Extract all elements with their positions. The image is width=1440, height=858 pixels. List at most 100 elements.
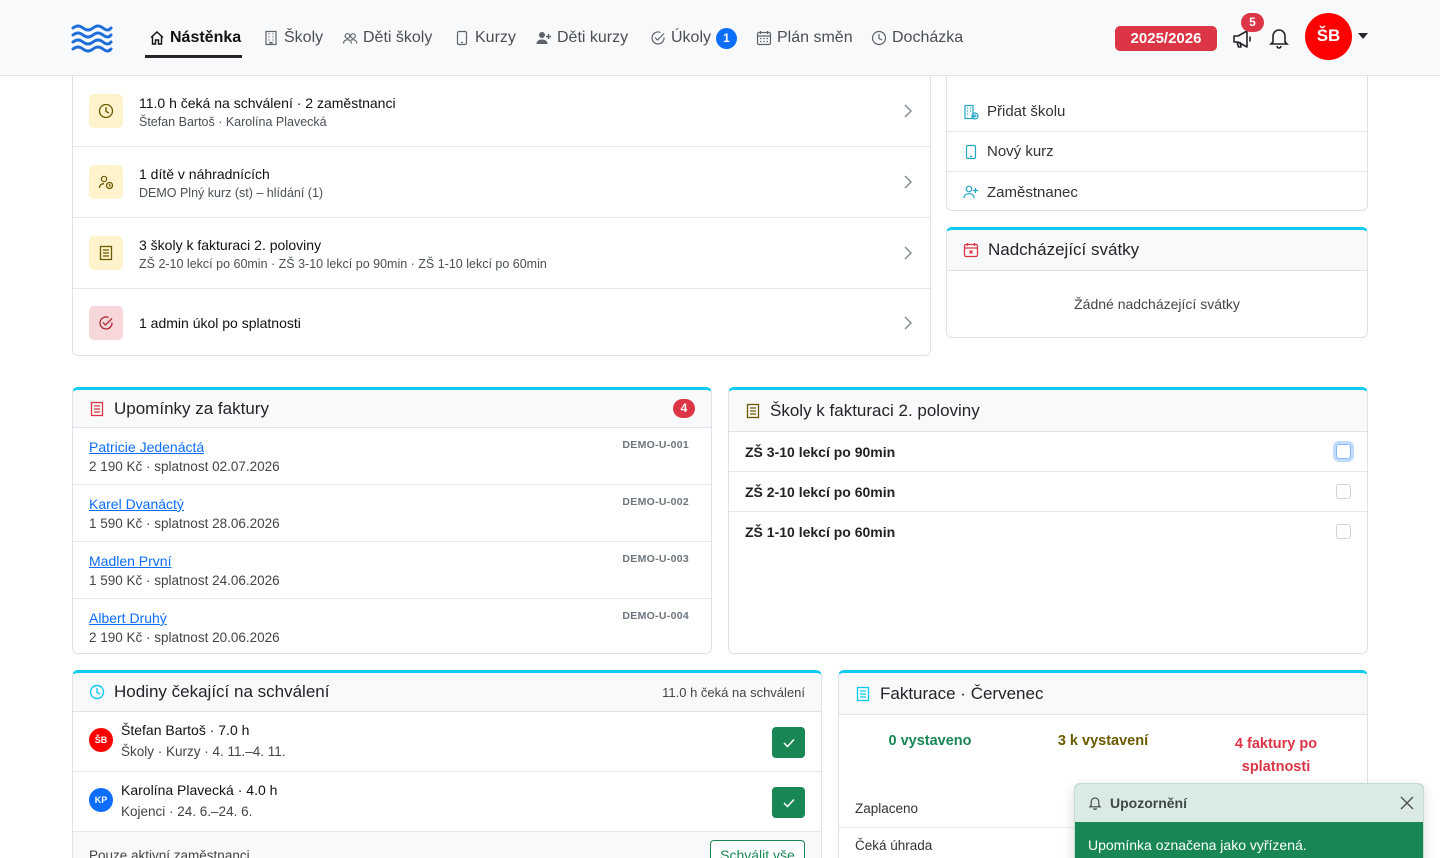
task-row[interactable]: 3 školy k fakturaci 2. poloviny ZŠ 2-10 … <box>73 218 930 289</box>
calendar-x-icon <box>963 242 979 258</box>
list-item: Patricie Jedenáctá 2 190 Kč · splatnost … <box>73 428 711 485</box>
reminder-detail: 2 190 Kč · splatnost 20.06.2026 <box>89 630 280 645</box>
school-invoiced-checkbox[interactable] <box>1336 524 1351 539</box>
list-item: ZŠ 2-10 lekcí po 60min <box>729 472 1367 512</box>
active-nav-indicator <box>145 55 242 58</box>
close-icon[interactable] <box>1400 796 1414 810</box>
task-subtitle: ZŠ 2-10 lekcí po 60min · ZŠ 3-10 lekcí p… <box>139 257 547 271</box>
reminder-name-link[interactable]: Karel Dvanáctý <box>89 496 184 512</box>
pending-label: Čeká úhrada <box>855 838 933 853</box>
school-invoiced-checkbox[interactable] <box>1336 444 1351 459</box>
top-navbar: Nástěnka Školy Děti školy Kurzy Děti kur… <box>0 0 1440 76</box>
billing-header: Fakturace · Červenec <box>839 673 1367 715</box>
task-title: 1 dítě v náhradnících <box>139 166 270 182</box>
check-icon <box>782 798 795 808</box>
approve-all-button[interactable]: Schválit vše <box>710 840 805 858</box>
footer-note: Pouze aktivní zaměstnanci <box>89 848 250 858</box>
megaphone-icon[interactable] <box>1232 29 1254 49</box>
employee-hours-detail: Školy · Kurzy · 4. 11.–4. 11. <box>121 744 286 759</box>
invoice-reminders-card: Upomínky za faktury 4 Patricie Jedenáctá… <box>72 387 712 654</box>
list-item: ZŠ 1-10 lekcí po 60min <box>729 512 1367 552</box>
chevron-right-icon <box>903 175 913 189</box>
nav-item-attendance[interactable]: Docházka <box>871 0 963 76</box>
reminder-name-link[interactable]: Patricie Jedenáctá <box>89 439 204 455</box>
approve-button[interactable] <box>772 787 805 818</box>
home-icon <box>149 30 165 46</box>
nav-item-courses[interactable]: Kurzy <box>454 0 516 76</box>
school-year-badge[interactable]: 2025/2026 <box>1115 26 1217 51</box>
reminder-name-link[interactable]: Albert Druhý <box>89 610 167 626</box>
employee-hours: Karolína Plavecká · 4.0 h <box>121 782 278 798</box>
reminder-detail: 1 590 Kč · splatnost 24.06.2026 <box>89 573 280 588</box>
receipt-icon <box>89 401 105 417</box>
to-issue-stat: 3 k vystavení <box>1057 733 1149 749</box>
task-row[interactable]: 1 admin úkol po splatnosti <box>73 289 930 355</box>
person-plus-icon <box>536 30 552 46</box>
bell-icon[interactable] <box>1269 27 1289 49</box>
approve-button[interactable] <box>772 727 805 758</box>
list-item: Karel Dvanáctý 1 590 Kč · splatnost 28.0… <box>73 485 711 542</box>
check-circle-icon <box>89 306 123 340</box>
user-avatar[interactable]: ŠB <box>1305 13 1352 60</box>
list-item: ZŠ 3-10 lekcí po 90min <box>729 432 1367 472</box>
person-plus-icon <box>963 184 979 200</box>
reminder-detail: 1 590 Kč · splatnost 28.06.2026 <box>89 516 280 531</box>
person-wait-icon <box>89 165 123 199</box>
holidays-header: Nadcházející svátky <box>947 230 1367 271</box>
bell-icon <box>1088 796 1102 810</box>
add-school-link[interactable]: Přidat školu <box>947 92 1367 132</box>
reminder-code: DEMO-U-002 <box>622 496 689 508</box>
tablet-icon <box>963 144 979 160</box>
calendar-icon <box>756 30 772 46</box>
pending-hours-summary: 11.0 h čeká na schválení <box>662 684 805 700</box>
task-subtitle: DEMO Plný kurz (st) – hlídání (1) <box>139 186 324 200</box>
holidays-card: Nadcházející svátky Žádné nadcházející s… <box>946 227 1368 338</box>
list-item: ŠB Štefan Bartoš · 7.0 h Školy · Kurzy ·… <box>73 712 821 772</box>
employee-hours-detail: Kojenci · 24. 6.–24. 6. <box>121 804 253 819</box>
task-title: 11.0 h čeká na schválení · 2 zaměstnanci <box>139 95 396 111</box>
receipt-icon <box>745 403 761 419</box>
nav-item-school-children[interactable]: Děti školy <box>342 0 432 76</box>
tablet-icon <box>454 30 470 46</box>
list-item: Madlen První 1 590 Kč · splatnost 24.06.… <box>73 542 711 599</box>
paid-label: Zaplaceno <box>855 801 919 816</box>
clock-icon <box>871 30 887 46</box>
notification-toast: Upozornění Upomínka označena jako vyříze… <box>1074 783 1424 858</box>
reminders-header: Upomínky za faktury 4 <box>73 390 711 428</box>
logo-waves-icon[interactable] <box>71 24 113 54</box>
reminder-code: DEMO-U-003 <box>622 553 689 565</box>
pending-hours-card: Hodiny čekající na schválení 11.0 h čeká… <box>72 670 822 858</box>
reminder-name-link[interactable]: Madlen První <box>89 553 171 569</box>
tasks-count-badge: 1 <box>716 27 738 49</box>
task-row[interactable]: 1 dítě v náhradnících DEMO Plný kurz (st… <box>73 147 930 218</box>
chevron-right-icon <box>903 316 913 330</box>
issued-stat: 0 vystaveno <box>888 733 972 749</box>
avatar: KP <box>89 788 113 812</box>
schools-invoice-card: Školy k fakturaci 2. poloviny ZŠ 3-10 le… <box>728 387 1368 654</box>
pending-hours-header: Hodiny čekající na schválení 11.0 h čeká… <box>73 673 821 712</box>
task-title: 1 admin úkol po splatnosti <box>139 315 301 331</box>
nav-item-tasks[interactable]: Úkoly 1 <box>650 0 738 76</box>
chevron-right-icon <box>903 104 913 118</box>
employee-hours: Štefan Bartoš · 7.0 h <box>121 722 250 738</box>
school-name: ZŠ 2-10 lekcí po 60min <box>745 484 896 500</box>
avatar: ŠB <box>89 728 113 752</box>
user-menu-caret-icon[interactable] <box>1358 33 1368 39</box>
nav-item-shift-plan[interactable]: Plán směn <box>756 0 853 76</box>
schools-invoice-header: Školy k fakturaci 2. poloviny <box>729 390 1367 432</box>
nav-item-schools[interactable]: Školy <box>263 0 323 76</box>
nav-item-dashboard[interactable]: Nástěnka <box>149 0 241 76</box>
clock-icon <box>89 94 123 128</box>
school-invoiced-checkbox[interactable] <box>1336 484 1351 499</box>
toast-title: Upozornění <box>1110 795 1187 811</box>
new-course-link[interactable]: Nový kurz <box>947 132 1367 172</box>
add-employee-link[interactable]: Zaměstnanec <box>947 172 1367 210</box>
toast-header: Upozornění <box>1075 784 1423 822</box>
nav-item-course-children[interactable]: Děti kurzy <box>536 0 628 76</box>
toast-message: Upomínka označena jako vyřízená. <box>1088 837 1307 853</box>
receipt-icon <box>855 686 871 702</box>
building-add-icon <box>963 104 979 120</box>
list-item: Albert Druhý 2 190 Kč · splatnost 20.06.… <box>73 599 711 653</box>
clock-icon <box>89 684 105 700</box>
holidays-empty-text: Žádné nadcházející svátky <box>1074 296 1240 312</box>
